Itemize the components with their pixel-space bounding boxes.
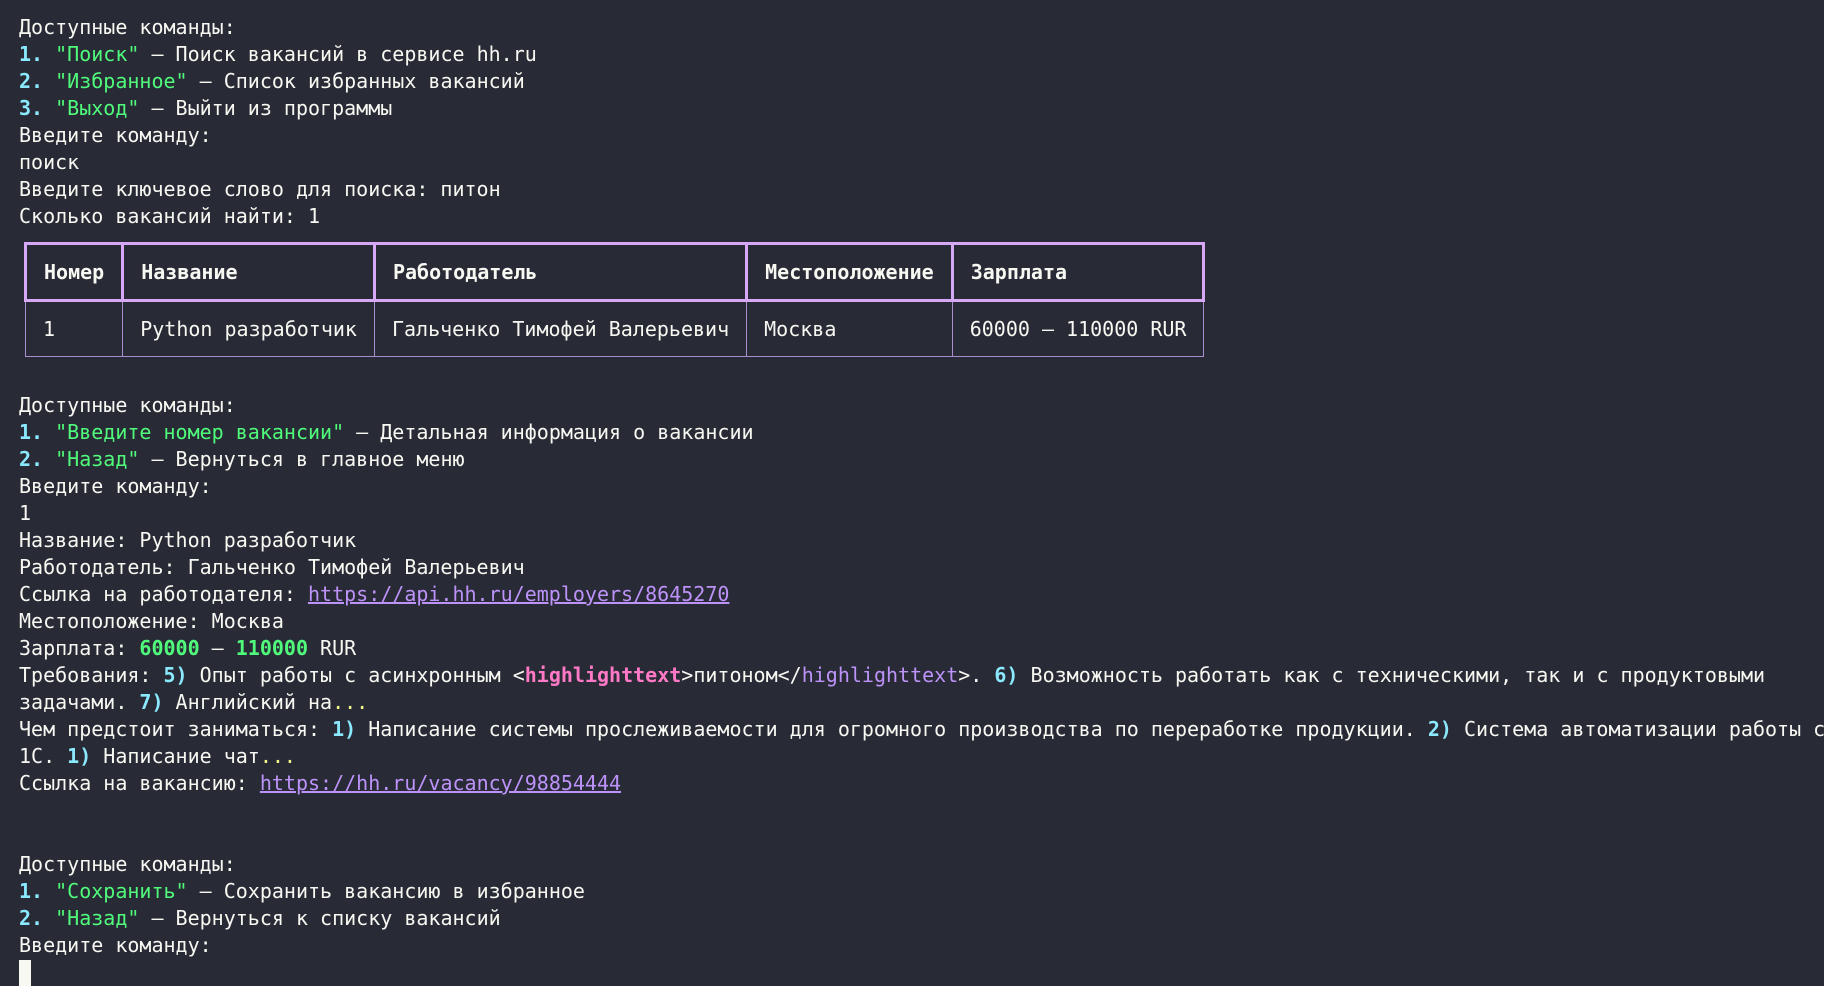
menu-title: Доступные команды: (19, 393, 236, 417)
table-header-row: Номер Название Работодатель Местоположен… (23, 242, 1206, 302)
command-prompt: Введите команду: (19, 123, 212, 147)
table-row: 1 Python разработчик Гальченко Тимофей В… (24, 300, 1205, 357)
item-command: "Введите номер вакансии" (55, 420, 345, 444)
employer-link[interactable]: https://api.hh.ru/employers/8645270 (308, 582, 729, 606)
text-segment: Требования: (19, 663, 164, 687)
header-location: Местоположение (745, 242, 954, 302)
item-command: "Сохранить" (55, 879, 188, 903)
vacancy-table: Номер Название Работодатель Местоположен… (23, 242, 1206, 357)
header-salary: Зарплата (950, 242, 1206, 302)
text-cursor[interactable] (19, 960, 31, 986)
menu-item-save: 1. "Сохранить" – Сохранить вакансию в из… (19, 878, 585, 905)
text-segment: Английский на (163, 690, 333, 714)
item-command: "Назад" (55, 447, 140, 471)
detail-responsibilities-cont: 1С. 1) Написание чат... (19, 743, 296, 770)
text-segment: 1) (67, 744, 92, 768)
text-segment: 1С. (19, 744, 68, 768)
detail-vacancy-link-line: Ссылка на вакансию: https://hh.ru/vacanc… (19, 770, 621, 797)
salary-from: 60000 (139, 636, 200, 660)
header-number: Номер (23, 242, 125, 302)
user-input: 1 (19, 501, 32, 525)
item-description: – Поиск вакансий в сервисе hh.ru (139, 42, 537, 66)
text-segment: < (512, 663, 525, 687)
text-segment: 2) (1427, 717, 1452, 741)
text-segment: – (199, 636, 236, 660)
item-command: "Поиск" (55, 42, 140, 66)
vacancy-link[interactable]: https://hh.ru/vacancy/98854444 (260, 771, 621, 795)
item-command: "Выход" (55, 96, 140, 120)
cell-salary: 60000 – 110000 RUR (951, 300, 1205, 357)
keyword-line: Введите ключевое слово для поиска: питон (19, 177, 501, 201)
salary-to: 110000 (235, 636, 309, 660)
item-number: 2. (19, 906, 44, 930)
text-segment: RUR (308, 636, 357, 660)
menu-item-search: 1. "Поиск" – Поиск вакансий в сервисе hh… (19, 41, 537, 68)
employer-link-label: Ссылка на работодателя: (19, 582, 308, 606)
text-segment: Написание чат (91, 744, 260, 768)
menu-item-vacancy-number: 1. "Введите номер вакансии" – Детальная … (19, 419, 754, 446)
terminal-window[interactable]: Доступные команды: 1. "Поиск" – Поиск ва… (0, 0, 1824, 986)
ellipsis: ... (332, 690, 369, 714)
item-description: – Вернуться в главное меню (139, 447, 465, 471)
detail-employer-link-line: Ссылка на работодателя: https://api.hh.r… (19, 581, 729, 608)
text-segment: Зарплата: (19, 636, 140, 660)
text-segment: Система автоматизации работы с (1451, 717, 1824, 741)
menu-item-back: 2. "Назад" – Вернуться в главное меню (19, 446, 465, 473)
menu-item-back: 2. "Назад" – Вернуться к списку вакансий (19, 905, 501, 932)
text-segment: Возможность работать как с техническими,… (1018, 663, 1766, 687)
text-segment: Написание системы прослеживаемости для о… (356, 717, 1428, 741)
item-number: 1. (19, 42, 44, 66)
text-segment: 1) (332, 717, 357, 741)
cell-location: Москва (746, 300, 953, 357)
highlight-tag-close: highlighttext (801, 663, 959, 687)
ellipsis: ... (259, 744, 296, 768)
header-title: Название (121, 242, 376, 302)
text-segment: 6) (994, 663, 1019, 687)
count-line: Сколько вакансий найти: 1 (19, 204, 321, 228)
item-description: – Список избранных вакансий (187, 69, 525, 93)
cell-title: Python разработчик (122, 300, 375, 357)
detail-requirements: Требования: 5) Опыт работы с асинхронным… (19, 662, 1765, 689)
item-number: 2. (19, 69, 44, 93)
item-command: "Назад" (55, 906, 140, 930)
detail-salary: Зарплата: 60000 – 110000 RUR (19, 635, 356, 662)
user-input: поиск (19, 150, 80, 174)
item-number: 3. (19, 96, 44, 120)
item-command: "Избранное" (55, 69, 188, 93)
detail-requirements-cont: задачами. 7) Английский на... (19, 689, 368, 716)
item-description: – Сохранить вакансию в избранное (187, 879, 585, 903)
header-employer: Работодатель (372, 242, 749, 302)
menu-title: Доступные команды: (19, 15, 236, 39)
text-segment: >. (958, 663, 995, 687)
detail-location: Местоположение: Москва (19, 609, 284, 633)
text-segment: Опыт работы с асинхронным (187, 663, 513, 687)
highlight-tag-open: highlighttext (524, 663, 682, 687)
detail-employer: Работодатель: Гальченко Тимофей Валерьев… (19, 555, 525, 579)
cell-employer: Гальченко Тимофей Валерьевич (373, 300, 748, 357)
text-segment: 7) (139, 690, 164, 714)
item-number: 1. (19, 879, 44, 903)
detail-responsibilities: Чем предстоит заниматься: 1) Написание с… (19, 716, 1824, 743)
item-description: – Вернуться к списку вакансий (139, 906, 501, 930)
command-prompt: Введите команду: (19, 474, 212, 498)
text-segment: >питоном</ (681, 663, 802, 687)
cell-number: 1 (24, 300, 124, 357)
vacancy-link-label: Ссылка на вакансию: (19, 771, 260, 795)
item-description: – Выйти из программы (139, 96, 393, 120)
text-segment: 5) (163, 663, 188, 687)
menu-title: Доступные команды: (19, 852, 236, 876)
menu-item-exit: 3. "Выход" – Выйти из программы (19, 95, 392, 122)
item-description: – Детальная информация о вакансии (344, 420, 754, 444)
detail-name: Название: Python разработчик (19, 528, 357, 552)
text-segment: задачами. (19, 690, 140, 714)
command-prompt: Введите команду: (19, 933, 212, 957)
text-segment: Чем предстоит заниматься: (19, 717, 333, 741)
item-number: 2. (19, 447, 44, 471)
menu-item-favorites: 2. "Избранное" – Список избранных ваканс… (19, 68, 525, 95)
item-number: 1. (19, 420, 44, 444)
